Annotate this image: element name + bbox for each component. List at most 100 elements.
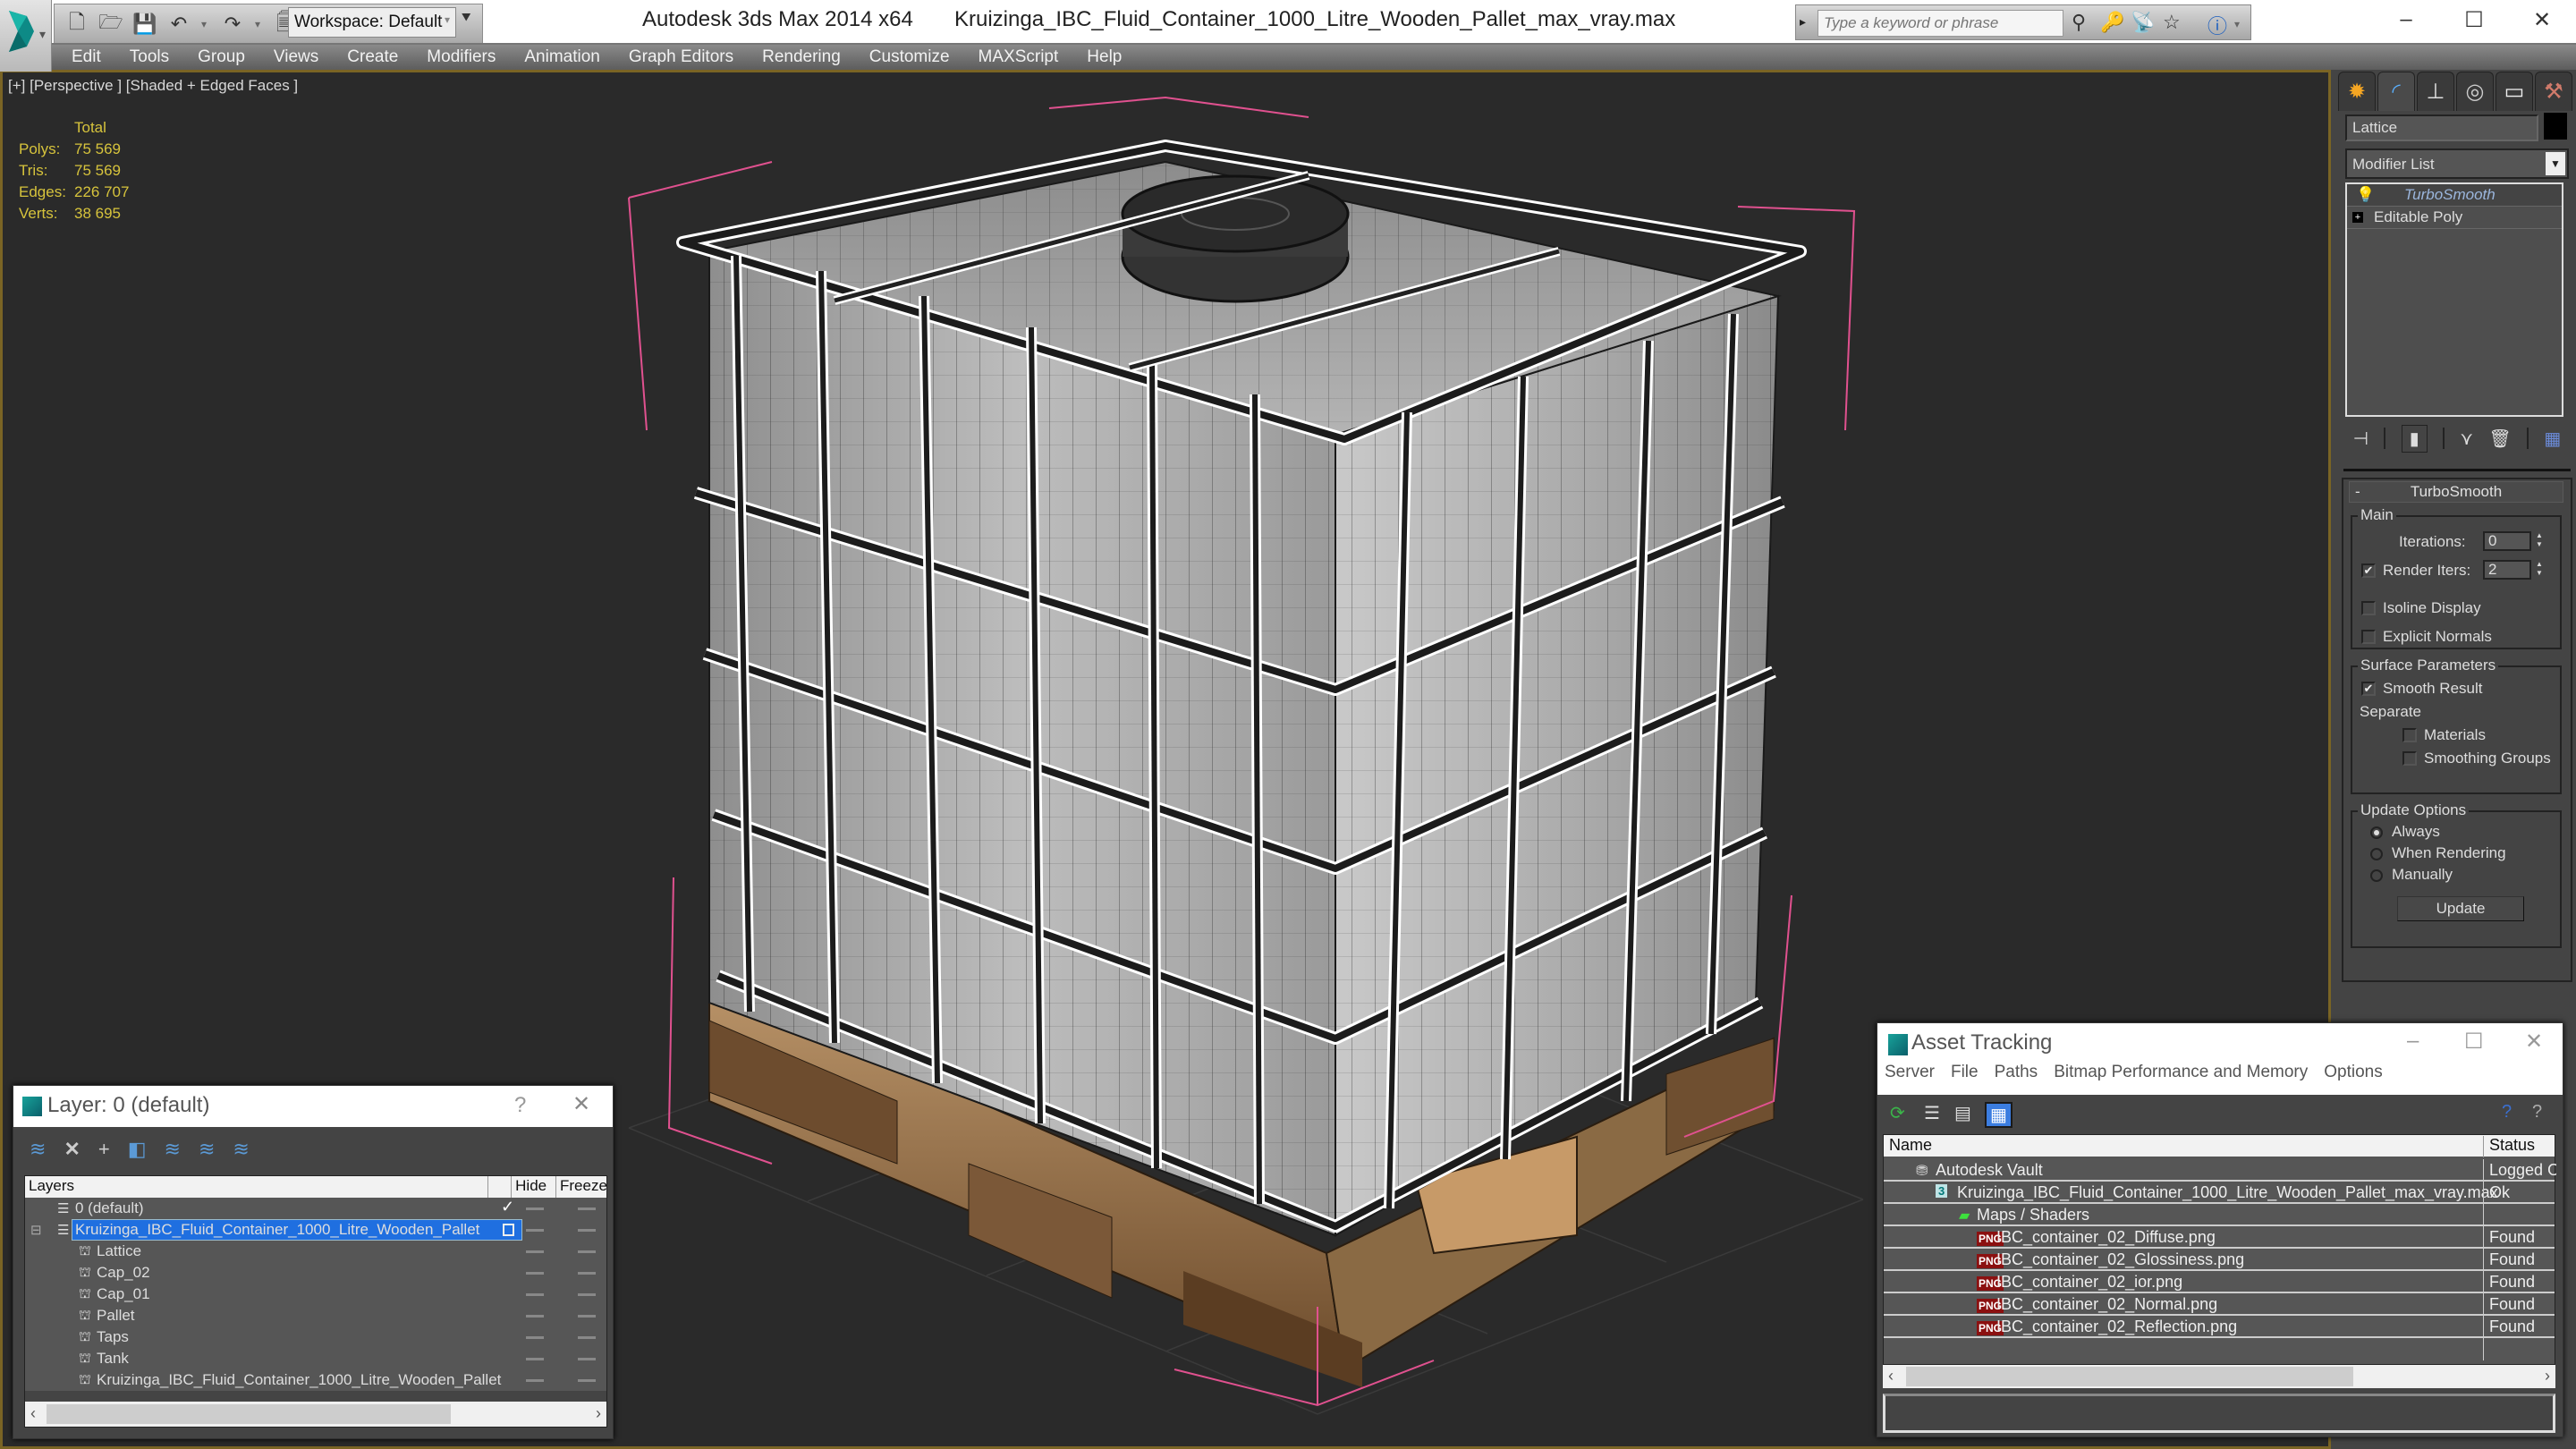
object-row[interactable]: ⛫ Tank: [25, 1348, 606, 1369]
hide-toggle[interactable]: [526, 1293, 544, 1296]
application-menu-button[interactable]: ▾: [0, 0, 52, 72]
workspace-dropdown[interactable]: Workspace: Default ▾: [288, 7, 456, 38]
horizontal-scrollbar[interactable]: ‹ ›: [1883, 1365, 2555, 1388]
open-file-icon[interactable]: 🗁: [98, 11, 123, 36]
iterations-spinner[interactable]: [2483, 531, 2531, 551]
hide-toggle[interactable]: [526, 1379, 544, 1382]
search-input[interactable]: [1818, 10, 2063, 37]
pin-stack-icon[interactable]: ⊣: [2353, 428, 2368, 450]
set-current-toggle[interactable]: [503, 1224, 514, 1236]
close-button[interactable]: ✕: [572, 1091, 590, 1117]
asset-row[interactable]: PNG IBC_container_02_ior.png Found: [1884, 1271, 2555, 1293]
asset-row[interactable]: PNG IBC_container_02_Normal.png Found: [1884, 1293, 2555, 1316]
modifier-list-dropdown[interactable]: Modifier List ▼: [2345, 148, 2569, 179]
column-header-name[interactable]: Name: [1889, 1136, 1932, 1155]
lightbulb-icon[interactable]: 💡: [2356, 186, 2375, 204]
layer-settings-icon[interactable]: ≋: [233, 1138, 249, 1161]
select-objects-icon[interactable]: ◧: [128, 1138, 147, 1161]
make-unique-icon[interactable]: ⋎: [2460, 428, 2473, 450]
freeze-toggle[interactable]: [578, 1229, 596, 1232]
help-icon[interactable]: ⓘ: [2207, 11, 2227, 39]
menu-create[interactable]: Create: [347, 47, 398, 67]
menu-tools[interactable]: Tools: [130, 47, 169, 67]
hierarchy-tab[interactable]: ⊥: [2417, 72, 2454, 111]
undo-dropdown-icon[interactable]: ▾: [201, 18, 210, 30]
layer-row[interactable]: ☰ 0 (default) ✓: [25, 1198, 606, 1219]
viewport-label[interactable]: [+] [Perspective ] [Shaded + Edged Faces…: [8, 77, 298, 95]
hide-toggle[interactable]: [526, 1358, 544, 1360]
rollout-header[interactable]: - TurboSmooth: [2349, 481, 2563, 503]
isoline-display-checkbox[interactable]: [2361, 601, 2376, 615]
column-header-status[interactable]: Status: [2483, 1136, 2535, 1157]
spinner-arrows-icon[interactable]: ▲ ▼: [2533, 531, 2546, 551]
menu-modifiers[interactable]: Modifiers: [427, 47, 496, 67]
hide-toggle[interactable]: [526, 1272, 544, 1275]
hide-toggle[interactable]: [526, 1229, 544, 1232]
layer-row[interactable]: ⊟ ☰ Kruizinga_IBC_Fluid_Container_1000_L…: [25, 1219, 606, 1241]
object-row[interactable]: ⛫ Kruizinga_IBC_Fluid_Container_1000_Lit…: [25, 1369, 606, 1391]
help-button[interactable]: ?: [514, 1093, 526, 1118]
close-button[interactable]: ✕: [2525, 1029, 2543, 1055]
menu-help[interactable]: Help: [1087, 47, 1122, 67]
asset-row[interactable]: ▰ Maps / Shaders: [1884, 1204, 2555, 1226]
hide-toggle[interactable]: [526, 1250, 544, 1253]
menu-options[interactable]: Options: [2324, 1063, 2382, 1082]
minimize-button[interactable]: –: [2372, 0, 2440, 39]
remove-modifier-icon[interactable]: 🗑: [2488, 428, 2511, 450]
expand-arrow-icon[interactable]: ▸: [1800, 14, 1806, 30]
asset-row[interactable]: PNG IBC_container_02_Diffuse.png Found: [1884, 1226, 2555, 1249]
maximize-button[interactable]: ☐: [2464, 1029, 2484, 1055]
motion-tab[interactable]: ◎: [2456, 72, 2494, 111]
menu-animation[interactable]: Animation: [524, 47, 600, 67]
explicit-normals-checkbox[interactable]: [2361, 630, 2376, 644]
freeze-toggle[interactable]: [578, 1208, 596, 1210]
freeze-toggle[interactable]: [578, 1315, 596, 1318]
key-icon[interactable]: 🔑: [2100, 11, 2124, 34]
delete-layer-icon[interactable]: ✕: [64, 1138, 80, 1161]
select-layer-icon[interactable]: ≋: [165, 1138, 181, 1161]
redo-icon[interactable]: ↷: [221, 13, 244, 36]
current-layer-checkmark-icon[interactable]: ✓: [501, 1198, 514, 1216]
scroll-right-icon[interactable]: ›: [596, 1404, 601, 1423]
column-header-hide[interactable]: Hide: [512, 1176, 556, 1198]
vault-help-icon[interactable]: ?: [2502, 1102, 2512, 1123]
asset-row[interactable]: 3 Kruizinga_IBC_Fluid_Container_1000_Lit…: [1884, 1182, 2555, 1204]
undo-icon[interactable]: ↶: [167, 13, 191, 36]
expand-icon[interactable]: +: [2352, 212, 2363, 223]
object-color-swatch[interactable]: [2544, 113, 2567, 140]
menu-file[interactable]: File: [1951, 1063, 1979, 1082]
customize-toolbar-icon[interactable]: ⯆: [460, 9, 472, 28]
utilities-tab[interactable]: ⚒: [2535, 72, 2572, 111]
stack-item-editable-poly[interactable]: + Editable Poly: [2347, 207, 2562, 229]
smoothing-groups-checkbox[interactable]: [2402, 751, 2417, 766]
scrollbar-thumb[interactable]: [47, 1404, 451, 1424]
freeze-toggle[interactable]: [578, 1358, 596, 1360]
dialog-title-bar[interactable]: Layer: 0 (default) ? ✕: [13, 1086, 613, 1127]
menu-edit[interactable]: Edit: [72, 47, 101, 67]
column-header-freeze[interactable]: Freeze: [556, 1176, 607, 1198]
scrollbar-thumb[interactable]: [1906, 1367, 2353, 1386]
set-current-layer-icon[interactable]: ≋: [199, 1138, 215, 1161]
update-button[interactable]: Update: [2397, 896, 2524, 921]
redo-dropdown-icon[interactable]: ▾: [255, 18, 264, 30]
object-row[interactable]: ⛫ Cap_02: [25, 1262, 606, 1284]
freeze-toggle[interactable]: [578, 1379, 596, 1382]
stack-item-turbosmooth[interactable]: 💡 TurboSmooth: [2347, 184, 2562, 207]
asset-row[interactable]: ⛃ Autodesk Vault Logged Out: [1884, 1159, 2556, 1182]
maximize-button[interactable]: ☐: [2440, 0, 2508, 39]
column-header-layers[interactable]: Layers: [25, 1176, 489, 1198]
asset-row[interactable]: PNG IBC_container_02_Glossiness.png Foun…: [1884, 1249, 2555, 1271]
help-icon[interactable]: ?: [2532, 1102, 2542, 1123]
collapse-icon[interactable]: ⊟: [30, 1222, 42, 1238]
list-view-icon[interactable]: ☰: [1924, 1102, 1940, 1124]
always-radio[interactable]: [2370, 826, 2383, 839]
display-tab[interactable]: ▭: [2496, 72, 2533, 111]
render-iters-spinner[interactable]: [2483, 560, 2531, 580]
menu-bitmap-performance[interactable]: Bitmap Performance and Memory: [2054, 1063, 2308, 1082]
menu-maxscript[interactable]: MAXScript: [979, 47, 1059, 67]
menu-customize[interactable]: Customize: [869, 47, 950, 67]
menu-views[interactable]: Views: [274, 47, 318, 67]
horizontal-scrollbar[interactable]: ‹ ›: [25, 1402, 606, 1427]
configure-modifier-sets-icon[interactable]: ▦: [2544, 428, 2561, 450]
freeze-toggle[interactable]: [578, 1293, 596, 1296]
